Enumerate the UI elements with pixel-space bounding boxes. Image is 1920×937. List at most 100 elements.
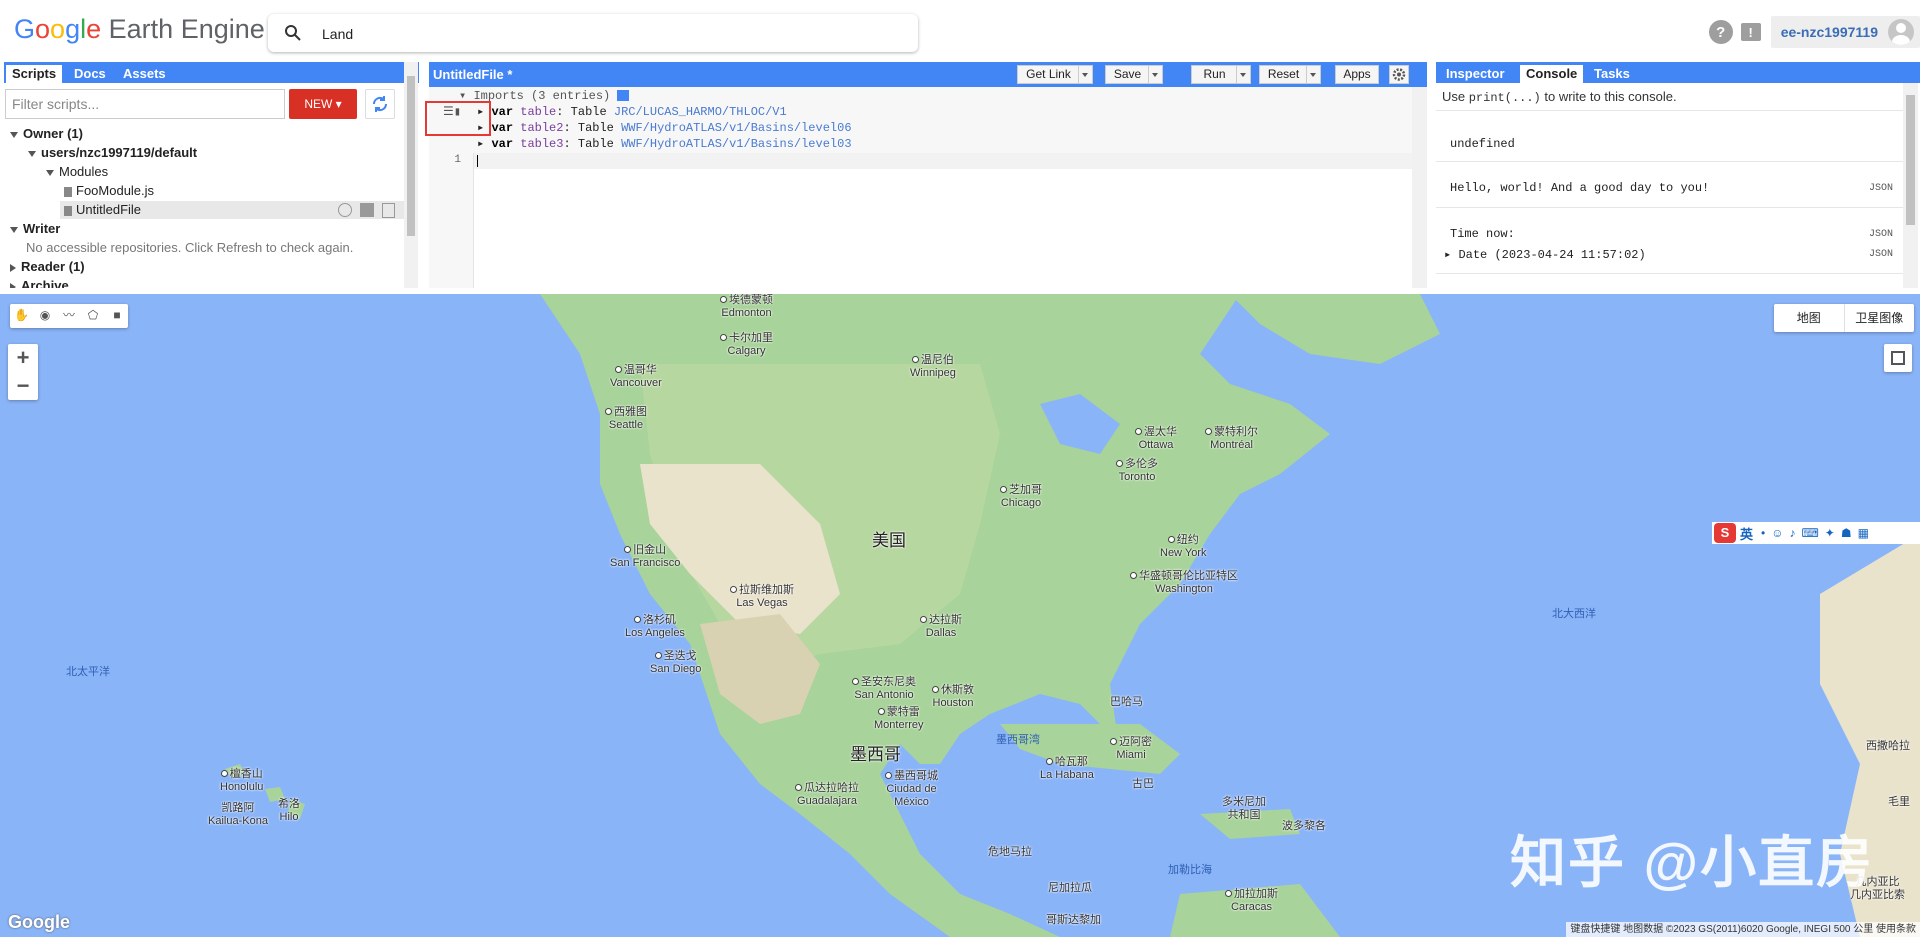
map-label-country: 美国 [872, 531, 906, 550]
sogou-icon[interactable]: S [1714, 523, 1736, 543]
chevron-down-icon[interactable] [1148, 66, 1162, 83]
chevron-down-icon[interactable] [1306, 66, 1320, 83]
import-row[interactable]: ▸ var table3: Table WWF/HydroATLAS/v1/Ba… [477, 136, 852, 152]
code-editor-panel: UntitledFile * Get Link Save Run Reset A… [425, 62, 1427, 288]
tree-writer[interactable]: Writer [10, 220, 60, 238]
tab-inspector[interactable]: Inspector [1440, 65, 1511, 83]
tab-scripts[interactable]: Scripts [6, 65, 63, 83]
map-type-satellite[interactable]: 卫星图像 [1845, 304, 1915, 332]
map-label: 西雅图 Seattle [605, 406, 647, 432]
zoom-out-button[interactable]: − [8, 372, 38, 400]
console-entry-expandable[interactable]: ▸ Date (2023-04-24 11:57:02) [1444, 247, 1646, 262]
line-gutter: 1 [429, 153, 474, 288]
map-label: 墨西哥城 Ciudad de México [886, 770, 938, 808]
tree-folder-modules[interactable]: Modules [46, 163, 108, 181]
draw-rectangle-icon[interactable]: ■ [110, 308, 124, 322]
map-label: 古巴 [1132, 778, 1154, 790]
json-button[interactable]: JSON [1869, 229, 1893, 240]
header-actions: ? ! ee-nzc1997119 [1708, 14, 1920, 50]
left-scrollbar[interactable] [404, 62, 418, 288]
map-attribution[interactable]: 键盘快捷键 地图数据 ©2023 GS(2011)6020 Google, IN… [1566, 922, 1920, 937]
map-label: 哈瓦那 La Habana [1040, 756, 1094, 781]
filter-scripts-input[interactable]: Filter scripts... [5, 89, 285, 119]
json-button[interactable]: JSON [1869, 183, 1893, 194]
import-row[interactable]: ▸ var table2: Table WWF/HydroATLAS/v1/Ba… [477, 120, 852, 136]
add-marker-icon[interactable]: ◉ [38, 308, 52, 322]
map-label: 希洛 Hilo [278, 798, 300, 823]
tree-file-untitled[interactable]: UntitledFile [60, 201, 404, 219]
map-label-country: 墨西哥 [850, 745, 901, 764]
json-button[interactable]: JSON [1869, 249, 1893, 260]
map-label: 圣迭戈 San Diego [650, 650, 702, 675]
ime-language[interactable]: 英 [1740, 524, 1753, 543]
console-entry: Hello, world! And a good day to you! [1450, 181, 1710, 195]
map-label: 温哥华 Vancouver [610, 364, 662, 389]
editor-file-title[interactable]: UntitledFile * [433, 67, 512, 82]
map-label: 瓜达拉哈拉 Guadalajara [795, 782, 859, 808]
imports-dialog-icon[interactable] [617, 90, 630, 102]
separator [1436, 273, 1903, 274]
new-button[interactable]: NEW ▾ [289, 89, 357, 119]
account-button[interactable]: ee-nzc1997119 [1770, 16, 1920, 48]
tree-file-foomodule[interactable]: FooModule.js [64, 182, 154, 200]
map-label: 加拉加斯 Caracas [1225, 888, 1278, 914]
earth-engine-logo[interactable]: Google Earth Engine [14, 14, 265, 45]
tree-archive[interactable]: Archive [10, 277, 69, 288]
reset-button[interactable]: Reset [1259, 65, 1321, 84]
line-number: 1 [454, 154, 461, 166]
tab-tasks[interactable]: Tasks [1588, 65, 1636, 83]
chevron-down-icon[interactable] [1078, 66, 1092, 83]
map-label: 洛杉矶 Los Angeles [625, 614, 685, 639]
rename-icon[interactable] [360, 203, 374, 217]
tree-owner[interactable]: Owner (1) [10, 125, 83, 143]
writer-note: No accessible repositories. Click Refres… [26, 240, 354, 255]
search-input[interactable] [320, 22, 904, 46]
run-button[interactable]: Run [1191, 65, 1251, 84]
refresh-icon[interactable] [365, 89, 395, 119]
tree-repo[interactable]: users/nzc1997119/default [28, 144, 197, 162]
active-line[interactable] [474, 153, 1412, 169]
apps-button[interactable]: Apps [1335, 65, 1379, 84]
draw-shape-icon[interactable]: ⬠ [86, 308, 100, 322]
map-label: 波多黎各 [1282, 820, 1326, 832]
help-icon[interactable]: ? [1708, 20, 1733, 44]
file-icon [64, 186, 72, 197]
tab-console[interactable]: Console [1520, 65, 1584, 83]
map-label: 尼加拉瓜 [1048, 882, 1092, 894]
search-box[interactable] [268, 14, 918, 52]
ime-tools-icon[interactable]: •☺♪⌨✦☗▦ [1761, 526, 1875, 540]
zoom-in-button[interactable]: + [8, 344, 38, 372]
zoom-control: + − [8, 344, 38, 400]
fullscreen-icon[interactable] [1884, 344, 1912, 372]
get-link-button[interactable]: Get Link [1017, 65, 1093, 84]
import-row[interactable]: ▸ var table: Table JRC/LUCAS_HARMO/THLOC… [477, 104, 787, 120]
map-type-control: 地图 卫星图像 [1774, 304, 1914, 332]
delete-icon[interactable] [382, 203, 395, 218]
scroll-thumb[interactable] [407, 76, 415, 236]
console-scrollbar[interactable] [1903, 83, 1918, 288]
tree-reader[interactable]: Reader (1) [10, 258, 85, 276]
map-label: 休斯敦 Houston [932, 684, 975, 709]
tab-assets[interactable]: Assets [117, 65, 172, 83]
map-label: 渥太华 Ottawa [1135, 426, 1177, 452]
left-panel: Scripts Docs Assets Filter scripts... NE… [0, 62, 421, 288]
map-label: 蒙特利尔 Montréal [1205, 426, 1258, 452]
map-label: 芝加哥 Chicago [1000, 484, 1042, 509]
map-label: 温尼伯 Winnipeg [910, 354, 956, 379]
map-label-ocean: 北太平洋 [66, 666, 110, 678]
history-icon[interactable] [338, 203, 352, 217]
pan-hand-icon[interactable]: ✋ [14, 308, 29, 322]
map-label: 檀香山 Honolulu [220, 768, 264, 793]
save-button[interactable]: Save [1105, 65, 1163, 84]
ime-toolbar[interactable]: S 英 •☺♪⌨✦☗▦ [1712, 522, 1920, 544]
feedback-icon[interactable]: ! [1740, 23, 1761, 41]
map-type-map[interactable]: 地图 [1774, 304, 1845, 332]
map-view[interactable]: ✋ ◉ 〰 ⬠ ■ + − 地图 卫星图像 埃德蒙顿 Edmonton 卡尔加里 C… [0, 294, 1920, 937]
tab-docs[interactable]: Docs [68, 65, 112, 83]
draw-line-icon[interactable]: 〰 [62, 308, 76, 322]
editor-scrollbar[interactable] [1412, 87, 1427, 288]
chevron-down-icon[interactable] [1236, 66, 1250, 83]
code-area[interactable]: ▾ Imports (3 entries) ▸ var table: Table… [425, 87, 1412, 288]
gear-icon[interactable] [1389, 65, 1409, 84]
scroll-thumb[interactable] [1906, 95, 1915, 225]
